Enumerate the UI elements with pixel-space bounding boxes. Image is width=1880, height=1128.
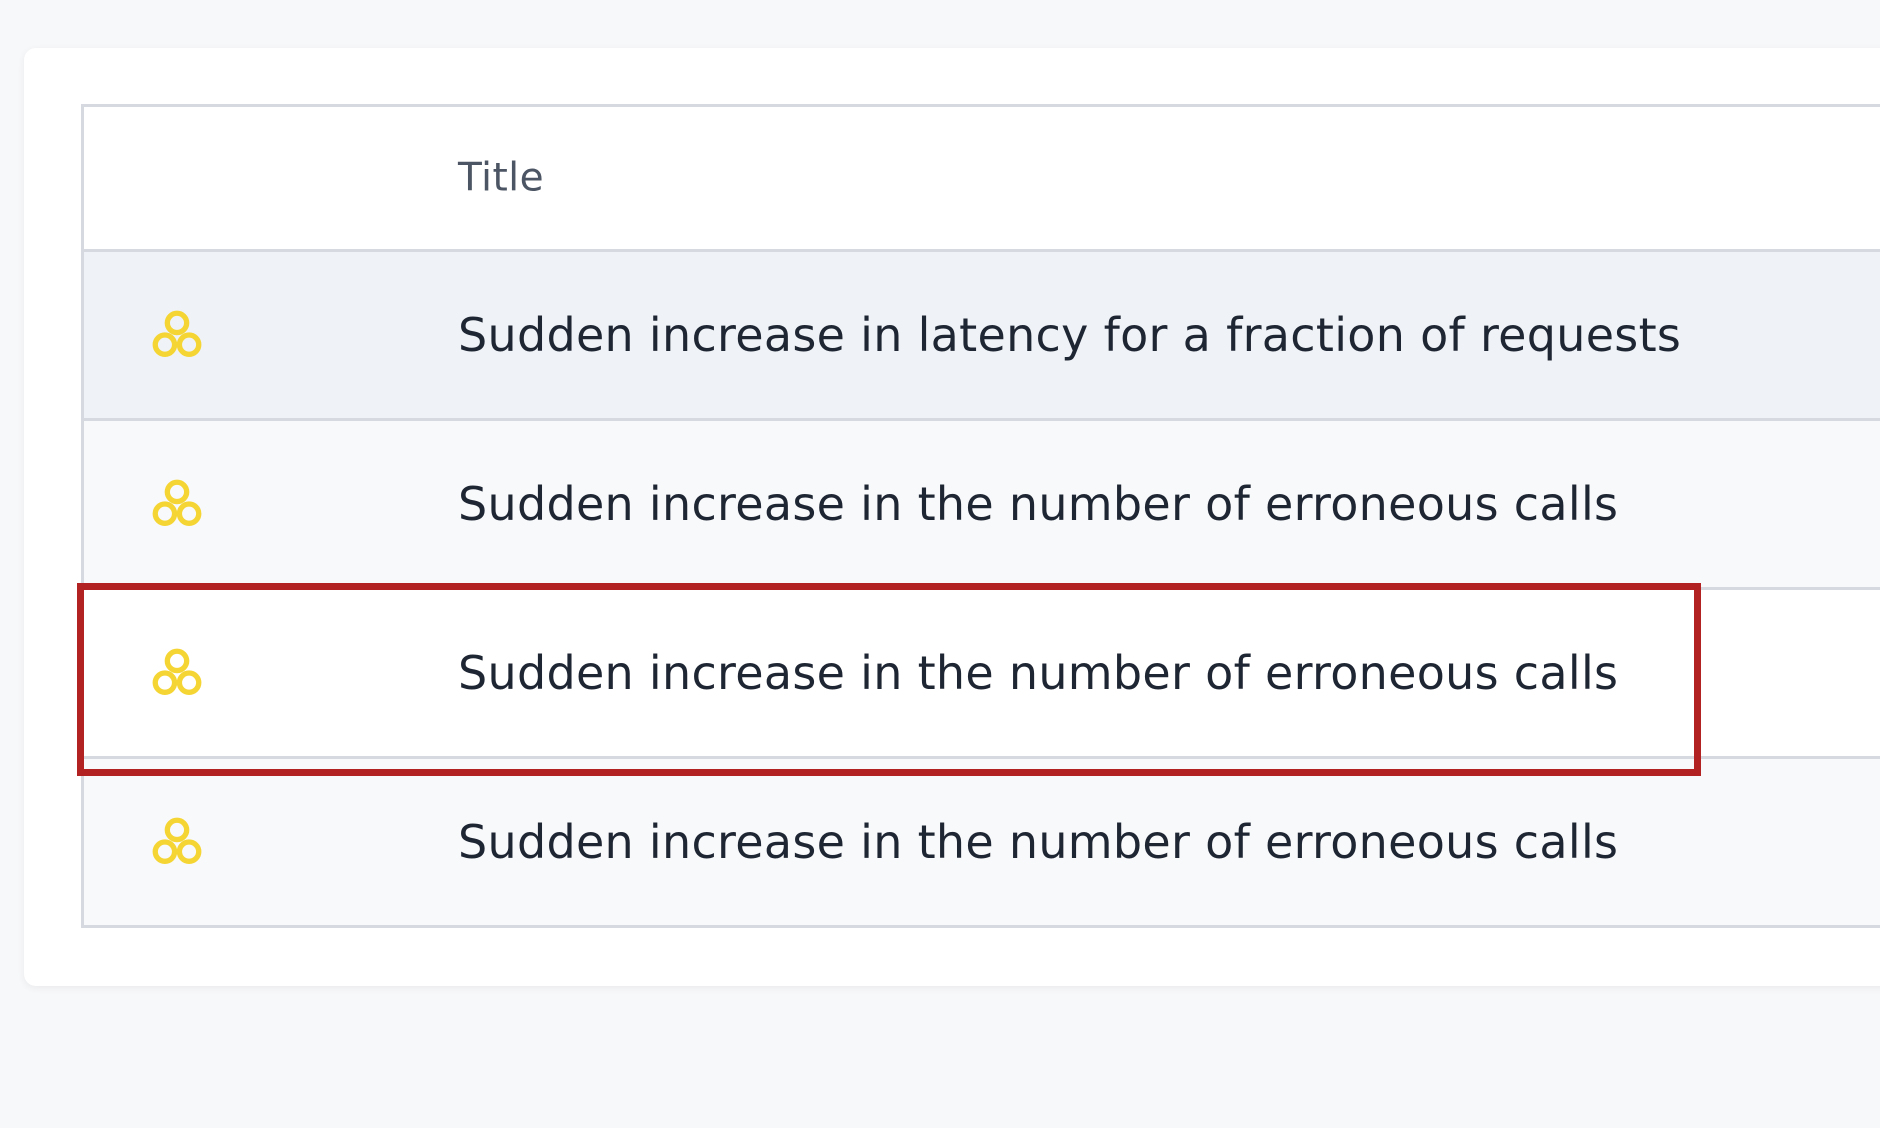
cluster-icon: [152, 648, 202, 695]
table-row[interactable]: Sudden increase in latency for a fractio…: [84, 252, 1880, 421]
title-column-header[interactable]: Title: [458, 156, 544, 201]
cluster-icon: [152, 817, 202, 864]
table-row[interactable]: Sudden increase in the number of erroneo…: [84, 759, 1880, 925]
row-title[interactable]: Sudden increase in the number of erroneo…: [458, 815, 1618, 869]
row-title[interactable]: Sudden increase in the number of erroneo…: [458, 477, 1618, 531]
row-title[interactable]: Sudden increase in the number of erroneo…: [458, 646, 1618, 700]
problems-table: Title Sudden increase in latency for a f…: [81, 104, 1880, 928]
cluster-icon: [152, 479, 202, 526]
table-row[interactable]: Sudden increase in the number of erroneo…: [84, 421, 1880, 590]
row-title[interactable]: Sudden increase in latency for a fractio…: [458, 308, 1681, 362]
table-row[interactable]: Sudden increase in the number of erroneo…: [84, 590, 1880, 759]
cluster-icon: [152, 310, 202, 357]
table-header-row: Title: [84, 107, 1880, 252]
